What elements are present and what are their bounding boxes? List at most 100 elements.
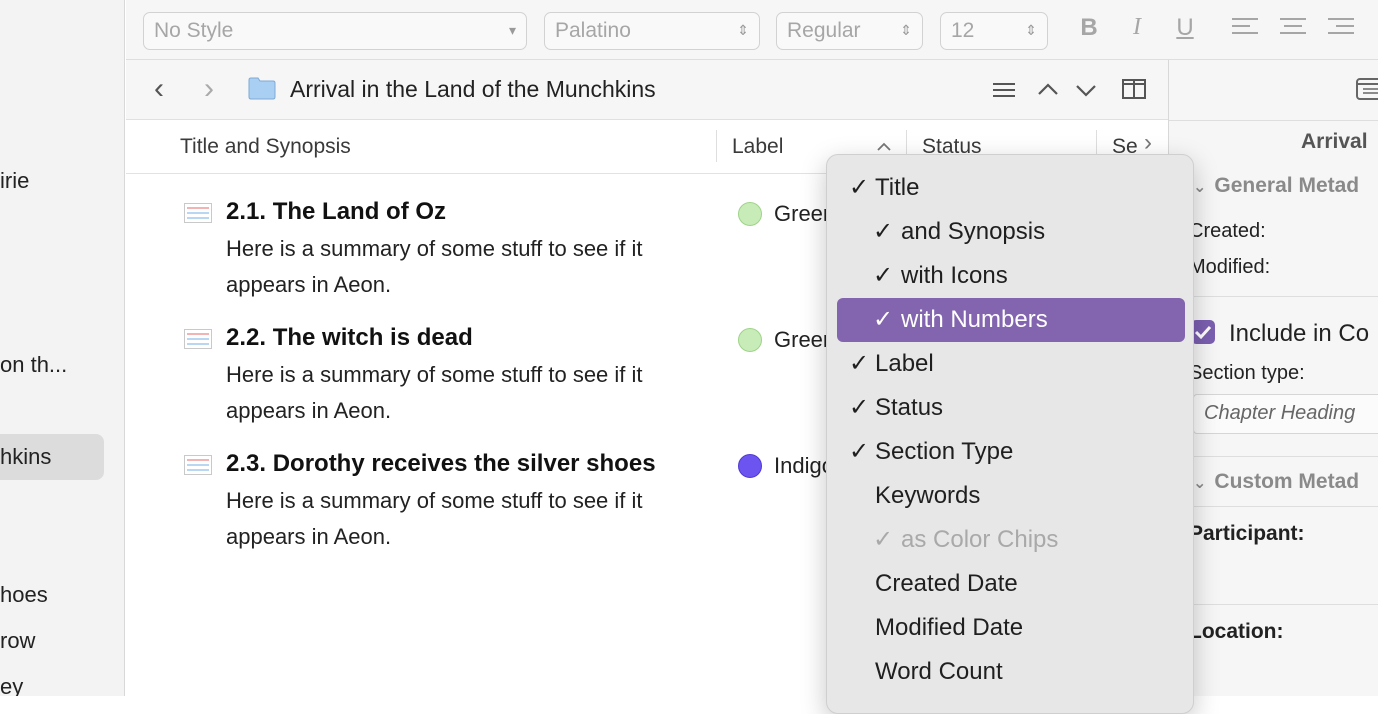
checkmark-icon bbox=[1194, 325, 1212, 340]
index-card-icon bbox=[184, 455, 212, 475]
size-value: 12 bbox=[951, 19, 975, 42]
menu-item-label: with Icons bbox=[901, 262, 1008, 289]
align-center-icon[interactable] bbox=[1280, 18, 1306, 40]
weight-value: Regular bbox=[787, 19, 861, 42]
row-title[interactable]: 2.2. The witch is dead bbox=[226, 324, 473, 352]
menu-item-label: and Synopsis bbox=[901, 218, 1046, 245]
binder-item-selected[interactable]: hkins bbox=[0, 444, 51, 470]
divider bbox=[1169, 456, 1378, 457]
menu-item-label: Status bbox=[875, 394, 944, 421]
checkmark-icon: ✓ bbox=[849, 174, 870, 201]
bold-button[interactable]: B bbox=[1074, 14, 1104, 42]
updown-chevron-icon: ⇕ bbox=[900, 22, 912, 38]
chevron-down-icon[interactable] bbox=[1072, 74, 1100, 104]
italic-button[interactable]: I bbox=[1122, 14, 1152, 41]
index-card-icon bbox=[184, 203, 212, 223]
menu-item-title[interactable]: ✓ Title bbox=[837, 166, 1185, 210]
column-divider[interactable] bbox=[716, 130, 717, 162]
menu-item-label: Label bbox=[875, 350, 934, 377]
divider bbox=[1169, 506, 1378, 507]
row-synopsis[interactable]: Here is a summary of some stuff to see i… bbox=[226, 357, 706, 429]
menu-item-label: Modified Date bbox=[875, 614, 1024, 641]
binder-item[interactable]: ey bbox=[0, 674, 23, 696]
binder-item[interactable]: on th... bbox=[0, 352, 67, 378]
updown-chevron-icon: ⇕ bbox=[737, 22, 749, 38]
row-synopsis[interactable]: Here is a summary of some stuff to see i… bbox=[226, 231, 706, 303]
style-value: No Style bbox=[154, 19, 234, 42]
menu-item-label: Keywords bbox=[875, 482, 981, 509]
disclosure-chevron-icon: ⌄ bbox=[1193, 179, 1207, 196]
weight-popup[interactable]: Regular ⇕ bbox=[776, 12, 923, 50]
menu-item-label: as Color Chips bbox=[901, 526, 1059, 553]
menu-item-status[interactable]: ✓ Status bbox=[837, 386, 1185, 430]
checkmark-icon: ✓ bbox=[873, 262, 894, 289]
columns-dropdown-menu: ✓ Title ✓ and Synopsis ✓ with Icons ✓ with Numb… bbox=[826, 154, 1194, 714]
inspector-notes-icon[interactable] bbox=[1355, 76, 1378, 102]
menu-item-word-count[interactable]: Word Count bbox=[837, 650, 1185, 694]
forward-button[interactable]: › bbox=[204, 72, 214, 106]
custom-metadata-header[interactable]: ⌄ Custom Metad bbox=[1193, 470, 1359, 494]
section-type-value: Chapter Heading bbox=[1204, 402, 1356, 424]
divider bbox=[1169, 120, 1378, 121]
divider bbox=[1169, 604, 1378, 605]
index-card-icon bbox=[184, 329, 212, 349]
checkmark-icon: ✓ bbox=[849, 438, 870, 465]
align-right-icon[interactable] bbox=[1328, 18, 1354, 40]
binder-sidebar: irie on th... hkins hoes row ey bbox=[0, 0, 125, 696]
align-left-icon[interactable] bbox=[1232, 18, 1258, 40]
label-value[interactable]: Green bbox=[774, 327, 834, 353]
checkmark-icon: ✓ bbox=[849, 394, 870, 421]
document-title: Arrival in the Land of the Munchkins bbox=[290, 76, 656, 102]
font-value: Palatino bbox=[555, 19, 631, 42]
list-menu-icon[interactable] bbox=[990, 74, 1018, 104]
section-type-select[interactable]: Chapter Heading bbox=[1193, 394, 1378, 434]
menu-item-with-icons[interactable]: ✓ with Icons bbox=[837, 254, 1185, 298]
binder-item[interactable]: irie bbox=[0, 168, 29, 194]
include-in-compile-label[interactable]: Include in Co bbox=[1229, 320, 1369, 348]
row-synopsis[interactable]: Here is a summary of some stuff to see i… bbox=[226, 483, 706, 555]
menu-item-created-date[interactable]: Created Date bbox=[837, 562, 1185, 606]
menu-item-label: Created Date bbox=[875, 570, 1018, 597]
disclosure-chevron-icon: ⌄ bbox=[1193, 475, 1207, 492]
chevron-up-icon[interactable] bbox=[1034, 74, 1062, 104]
label-color-dot bbox=[738, 454, 762, 478]
include-in-compile-checkbox[interactable] bbox=[1191, 320, 1215, 344]
menu-item-label[interactable]: ✓ Label bbox=[837, 342, 1185, 386]
section-type-label: Section type: bbox=[1189, 362, 1305, 384]
checkmark-icon: ✓ bbox=[873, 306, 894, 333]
menu-item-with-numbers[interactable]: ✓ with Numbers bbox=[837, 298, 1185, 342]
checkmark-icon: ✓ bbox=[873, 218, 894, 245]
column-title-synopsis[interactable]: Title and Synopsis bbox=[180, 120, 351, 174]
label-color-dot bbox=[738, 328, 762, 352]
back-button[interactable]: ‹ bbox=[154, 72, 164, 106]
label-value[interactable]: Green bbox=[774, 201, 834, 227]
binder-item[interactable]: row bbox=[0, 628, 35, 654]
inspector-panel: Arrival ⌄ General Metad Created: Modified… bbox=[1168, 60, 1378, 696]
location-label: Location: bbox=[1189, 620, 1284, 643]
font-popup[interactable]: Palatino ⇕ bbox=[544, 12, 760, 50]
label-color-dot bbox=[738, 202, 762, 226]
menu-item-section-type[interactable]: ✓ Section Type bbox=[837, 430, 1185, 474]
editor-header: ‹ › Arrival in the Land of the Munchkins bbox=[126, 60, 1168, 120]
menu-item-keywords[interactable]: Keywords bbox=[837, 474, 1185, 518]
size-popup[interactable]: 12 ⇕ bbox=[940, 12, 1048, 50]
column-label[interactable]: Label bbox=[732, 120, 783, 174]
format-bar: No Style ▾ Palatino ⇕ Regular ⇕ 12 ⇕ B I… bbox=[126, 0, 1378, 60]
split-view-icon[interactable] bbox=[1120, 74, 1148, 104]
menu-item-label: Section Type bbox=[875, 438, 1014, 465]
row-title[interactable]: 2.1. The Land of Oz bbox=[226, 198, 446, 226]
style-popup[interactable]: No Style ▾ bbox=[143, 12, 527, 50]
general-metadata-header[interactable]: ⌄ General Metad bbox=[1193, 174, 1359, 198]
checkmark-icon: ✓ bbox=[873, 526, 894, 553]
binder-item[interactable]: hoes bbox=[0, 582, 48, 608]
label-value[interactable]: Indigo bbox=[774, 453, 834, 479]
menu-item-as-color-chips: ✓ as Color Chips bbox=[837, 518, 1185, 562]
menu-item-and-synopsis[interactable]: ✓ and Synopsis bbox=[837, 210, 1185, 254]
row-title[interactable]: 2.3. Dorothy receives the silver shoes bbox=[226, 450, 656, 478]
created-label: Created: bbox=[1189, 220, 1266, 242]
underline-button[interactable]: U bbox=[1170, 14, 1200, 42]
participant-label: Participant: bbox=[1189, 522, 1305, 545]
menu-item-modified-date[interactable]: Modified Date bbox=[837, 606, 1185, 650]
checkmark-icon: ✓ bbox=[849, 350, 870, 377]
general-metadata-label: General Metad bbox=[1214, 174, 1360, 197]
